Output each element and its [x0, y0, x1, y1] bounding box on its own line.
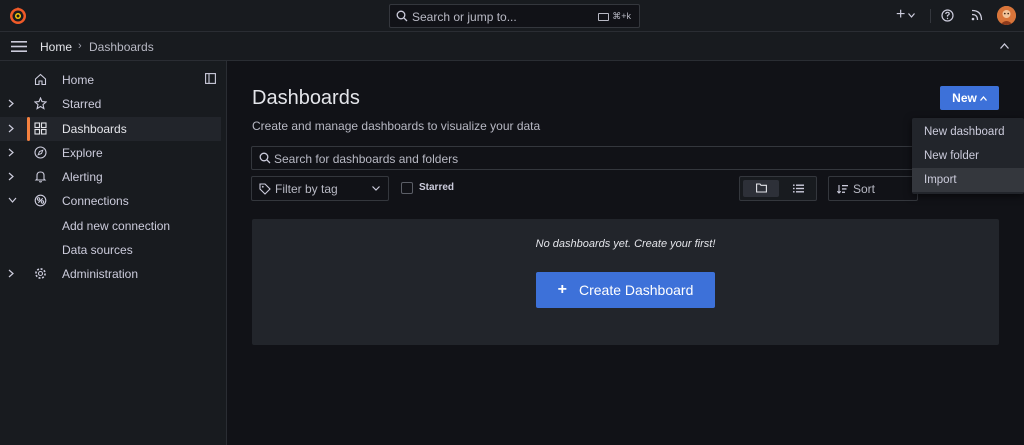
create-dashboard-button[interactable]: + Create Dashboard [536, 272, 715, 308]
menu-item-new-folder[interactable]: New folder [912, 144, 1024, 168]
chevron-right-icon[interactable] [8, 269, 14, 278]
sidebar-item-starred[interactable]: Starred [0, 92, 221, 116]
tag-icon [259, 183, 271, 195]
sidebar-item-label: Administration [62, 267, 139, 281]
sidebar-item-explore[interactable]: Explore [0, 141, 221, 165]
create-dashboard-label: Create Dashboard [578, 282, 694, 298]
menu-toggle-icon[interactable] [11, 41, 27, 52]
sidebar-item-add-new-connection[interactable]: Add new connection [0, 214, 221, 238]
sidebar-item-label: Home [62, 73, 95, 87]
menu-item-label: New dashboard [924, 126, 1005, 138]
home-icon [34, 73, 47, 86]
keyboard-shortcut-hint: ⌘+k [598, 11, 631, 22]
add-new-button[interactable]: + [896, 6, 916, 23]
sidebar-item-administration[interactable]: Administration [0, 262, 221, 286]
plus-icon: + [896, 6, 906, 23]
chevron-up-icon [979, 95, 987, 101]
chevron-down-icon[interactable] [8, 197, 17, 203]
chevron-down-icon [908, 12, 916, 18]
active-indicator [27, 117, 30, 141]
new-button-label: New [952, 91, 977, 105]
shortcut-label: ⌘+k [612, 11, 631, 21]
global-search-placeholder: Search or jump to... [412, 10, 517, 24]
menu-item-new-dashboard[interactable]: New dashboard [912, 120, 1024, 144]
sidebar-item-label: Alerting [62, 170, 103, 184]
compass-icon [34, 146, 47, 159]
cog-icon [34, 267, 47, 280]
breadcrumb-home-link[interactable]: Home [40, 40, 72, 54]
apps-grid-icon [34, 122, 47, 135]
menu-item-label: New folder [924, 150, 979, 162]
list-icon [793, 184, 804, 193]
chevron-right-icon[interactable] [8, 172, 14, 181]
grafana-logo-icon[interactable] [8, 6, 28, 26]
keyboard-icon [598, 12, 610, 21]
menu-item-label: Import [924, 174, 957, 186]
sidebar-item-alerting[interactable]: Alerting [0, 165, 221, 189]
bell-icon [34, 170, 47, 183]
link-icon [34, 194, 47, 207]
dashboard-search-placeholder: Search for dashboards and folders [274, 152, 459, 166]
topbar-divider [930, 9, 931, 23]
global-search-input[interactable]: Search or jump to... ⌘+k [389, 4, 640, 28]
sidebar-item-dashboards[interactable]: Dashboards [0, 117, 221, 141]
sort-label: Sort [853, 182, 876, 196]
sidebar-item-connections[interactable]: Connections [0, 189, 221, 213]
search-icon [396, 10, 408, 22]
sort-select[interactable]: Sort [828, 176, 918, 201]
sidebar-item-data-sources[interactable]: Data sources [0, 238, 221, 262]
page-subtitle: Create and manage dashboards to visualiz… [252, 119, 541, 133]
starred-checkbox[interactable] [401, 182, 413, 194]
sidebar-item-label: Connections [62, 194, 129, 208]
chevron-right-icon[interactable] [8, 148, 14, 157]
collapse-chevron-up-icon[interactable] [1000, 43, 1009, 49]
sidebar-item-label: Starred [62, 97, 102, 111]
chevron-right-icon[interactable] [8, 124, 14, 133]
chevron-down-icon [372, 186, 380, 191]
empty-state-message: No dashboards yet. Create your first! [535, 238, 716, 250]
rss-news-icon[interactable] [971, 9, 983, 21]
new-button[interactable]: New [940, 86, 999, 110]
view-mode-toggle [739, 176, 817, 201]
sidebar: Home Starred Dashboards Explore Alerting… [0, 61, 227, 445]
page-title: Dashboards [252, 87, 360, 109]
folder-view-button[interactable] [743, 180, 779, 197]
breadcrumb-current: Dashboards [89, 40, 154, 54]
sidebar-item-label: Dashboards [62, 122, 127, 136]
sidebar-item-label: Explore [62, 146, 103, 160]
new-dropdown-menu: New dashboard New folder Import [912, 118, 1024, 194]
list-view-button[interactable] [782, 180, 815, 197]
sidebar-item-home[interactable]: Home [0, 68, 221, 92]
star-icon [34, 97, 47, 110]
sidebar-item-label: Data sources [62, 243, 133, 257]
sidebar-item-label: Add new connection [62, 219, 171, 233]
chevron-right-icon[interactable] [8, 99, 14, 108]
starred-checkbox-label[interactable]: Starred [419, 182, 454, 193]
user-avatar[interactable] [997, 6, 1016, 25]
plus-icon: + [557, 281, 567, 298]
help-icon[interactable] [941, 9, 954, 22]
search-icon [259, 152, 271, 164]
sort-amount-icon [837, 184, 848, 194]
dashboard-search-input[interactable]: Search for dashboards and folders [251, 146, 921, 170]
tag-filter-select[interactable]: Filter by tag [251, 176, 389, 201]
menu-item-import[interactable]: Import [912, 168, 1024, 192]
folder-icon [756, 183, 767, 193]
breadcrumb-separator: › [78, 40, 82, 52]
tag-filter-label: Filter by tag [275, 182, 338, 196]
